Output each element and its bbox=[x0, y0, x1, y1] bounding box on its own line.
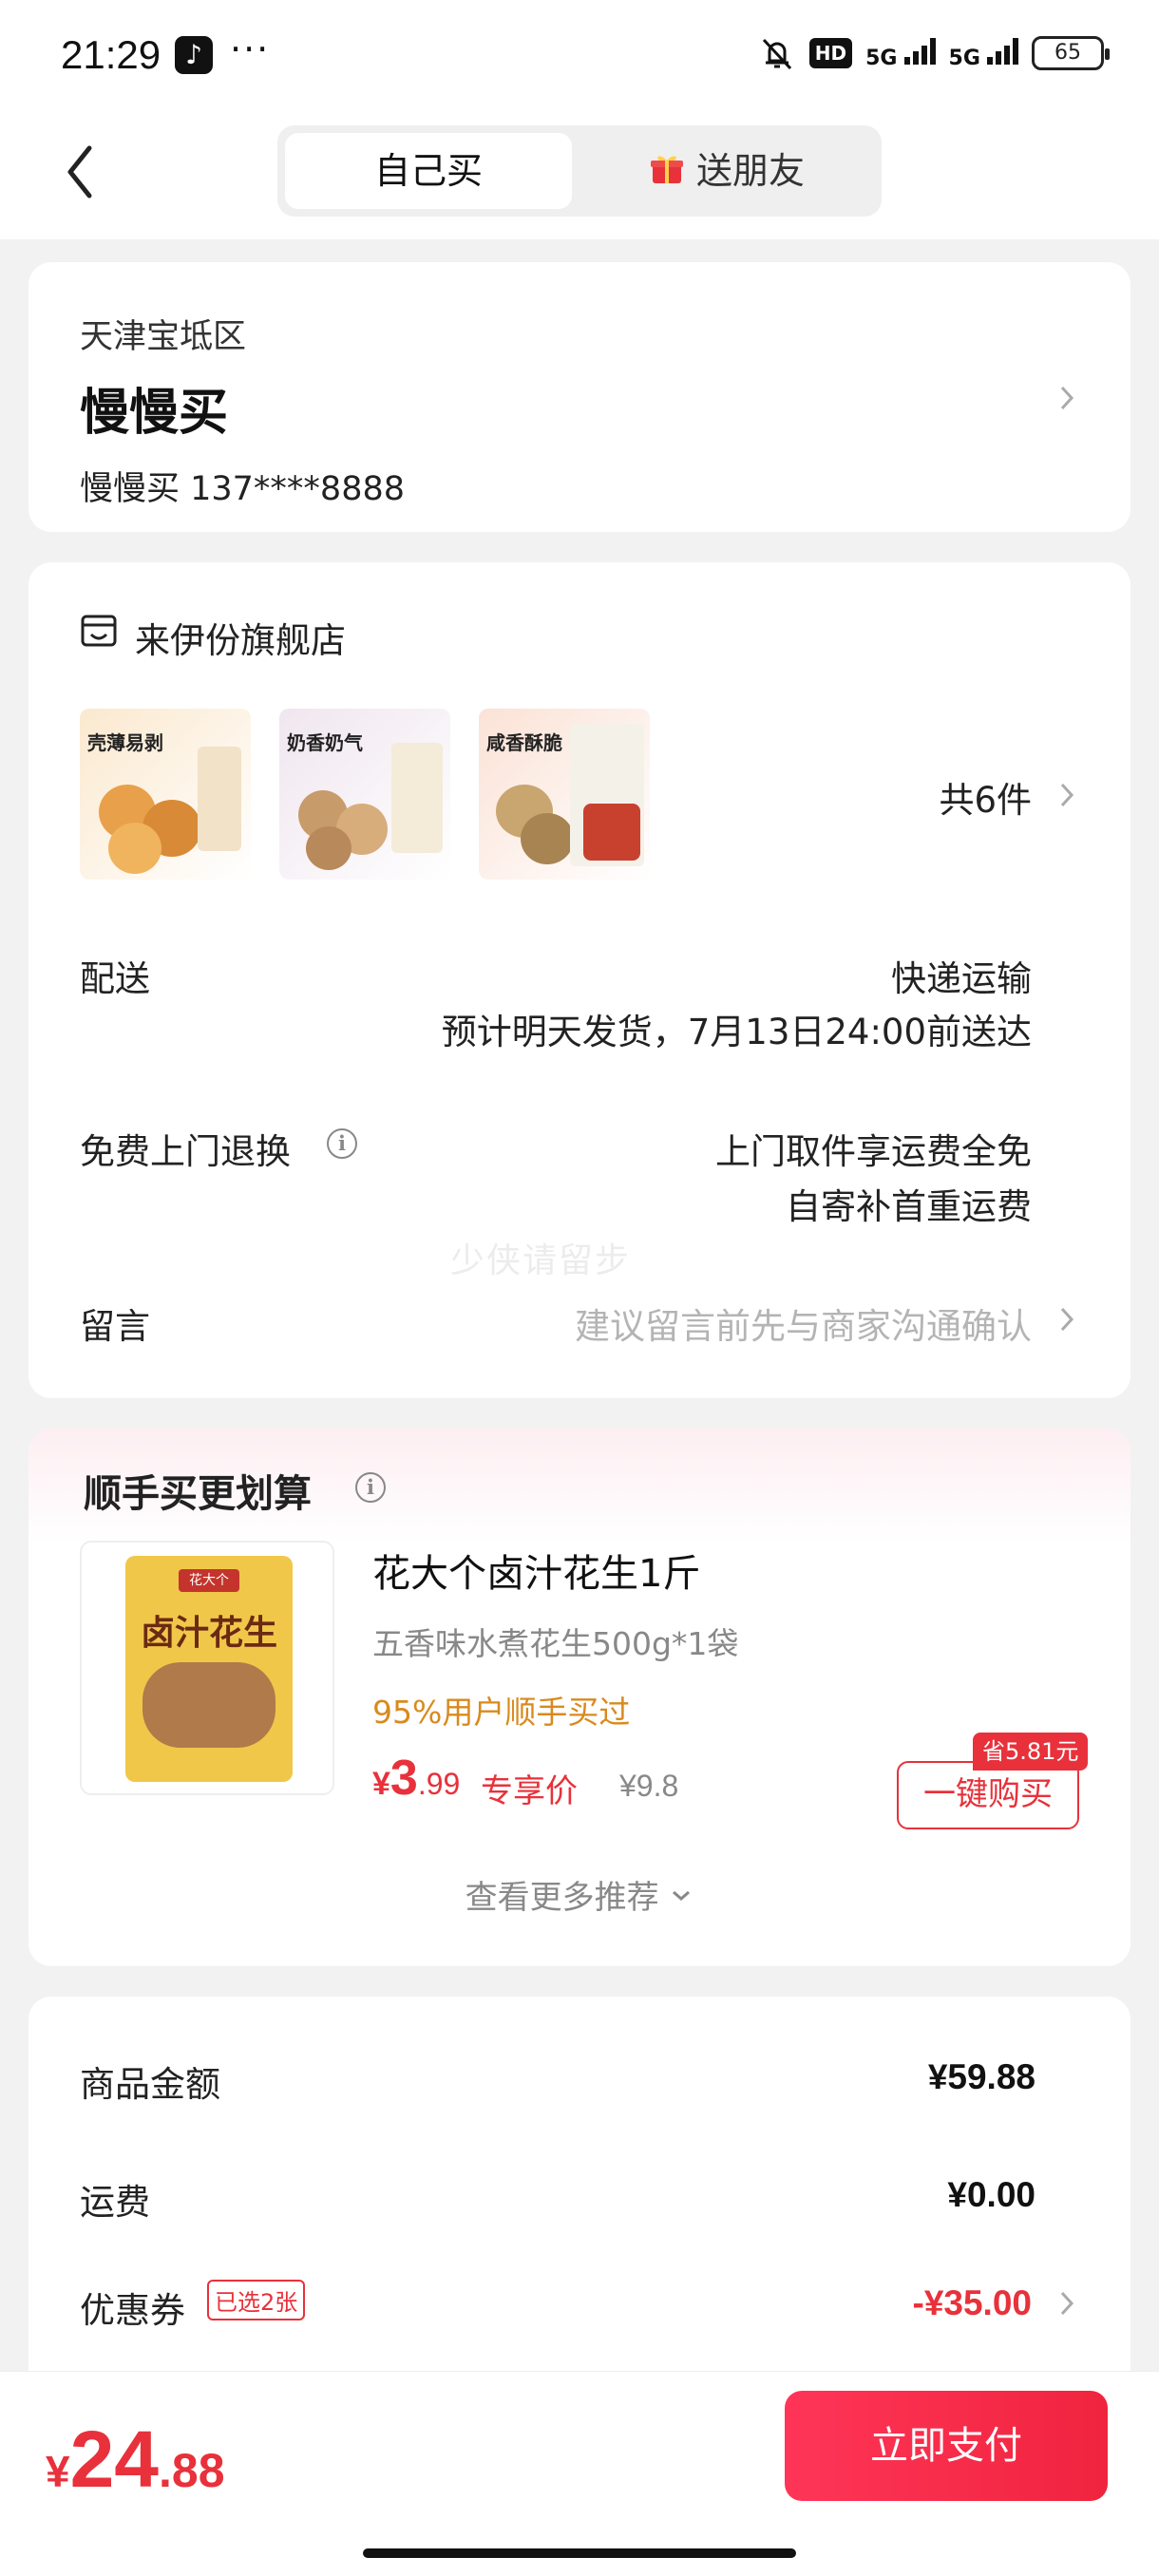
signal-bars-icon bbox=[903, 36, 936, 65]
tab-self-buy[interactable]: 自己买 bbox=[285, 133, 572, 209]
chevron-right-icon bbox=[1060, 783, 1074, 807]
peanut-package: 花大个 卤汁花生 bbox=[125, 1556, 293, 1782]
delivery-label: 配送 bbox=[80, 958, 150, 999]
recommend-title: 顺手买更划算 bbox=[84, 1472, 312, 1516]
battery-icon: 65 bbox=[1032, 36, 1110, 70]
shipping-label: 运费 bbox=[80, 2182, 150, 2223]
original-price: ¥9.8 bbox=[619, 1769, 679, 1803]
recommend-card: 顺手买更划算 i 花大个 卤汁花生 花大个卤汁花生1斤 五香味水煮花生500g*… bbox=[28, 1429, 1130, 1966]
address-region: 天津宝坻区 bbox=[80, 318, 247, 356]
recommend-description: 五香味水煮花生500g*1袋 bbox=[372, 1625, 739, 1662]
goods-amount-value: ¥59.88 bbox=[927, 2057, 1036, 2096]
recipient-name: 慢慢买 bbox=[80, 385, 229, 442]
message-input[interactable]: 建议留言前先与商家沟通确认 bbox=[575, 1297, 1032, 1349]
delivery-eta: 预计明天发货，7月13日24:00前送达 bbox=[441, 1012, 1032, 1052]
order-card: 来伊份旗舰店 壳薄易剥 奶香奶气 咸香酥脆 共6件 配送 快递运输 预计明天发货… bbox=[28, 562, 1130, 1398]
message-label: 留言 bbox=[80, 1306, 150, 1347]
coupon-label: 优惠券 bbox=[80, 2290, 185, 2331]
tiktok-icon: ♪ bbox=[175, 36, 213, 74]
item-count[interactable]: 共6件 bbox=[939, 771, 1032, 823]
address-card[interactable]: 天津宝坻区 慢慢买 慢慢买 137****8888 bbox=[28, 262, 1130, 532]
recommend-product-name[interactable]: 花大个卤汁花生1斤 bbox=[372, 1543, 700, 1598]
coupon-selected-badge: 已选2张 bbox=[207, 2280, 306, 2320]
status-icons: HD 5G 5G 65 bbox=[758, 34, 1110, 72]
product-thumbnail[interactable]: 咸香酥脆 bbox=[479, 709, 650, 880]
status-time: 21:29 bbox=[61, 32, 162, 77]
hd-badge: HD bbox=[808, 38, 853, 68]
total-price: ¥24.88 bbox=[46, 2415, 225, 2504]
chevron-right-icon bbox=[1060, 386, 1074, 410]
watermark: 少侠请留步 bbox=[450, 1241, 632, 1280]
signal-2: 5G bbox=[949, 36, 1018, 70]
free-return-label: 免费上门退换 bbox=[80, 1131, 291, 1172]
shipping-value: ¥0.00 bbox=[947, 2175, 1036, 2214]
chevron-right-icon bbox=[1060, 1307, 1074, 1332]
gift-icon bbox=[650, 156, 683, 183]
status-bar: 21:29 ♪ ··· HD 5G 5G 65 bbox=[0, 0, 1159, 112]
product-thumbnail[interactable]: 壳薄易剥 bbox=[80, 709, 251, 880]
recommend-buyers-rate: 95%用户顺手买过 bbox=[372, 1694, 631, 1731]
recommend-product-image[interactable]: 花大个 卤汁花生 bbox=[80, 1541, 334, 1795]
info-icon[interactable]: i bbox=[355, 1472, 386, 1503]
tab-gift-friend[interactable]: 送朋友 bbox=[580, 133, 874, 209]
checkout-bar: ¥24.88 立即支付 bbox=[0, 2371, 1159, 2576]
chevron-down-icon bbox=[673, 1890, 691, 1901]
signal-1: 5G bbox=[865, 36, 936, 70]
store-name[interactable]: 来伊份旗舰店 bbox=[135, 612, 346, 663]
top-header: 自己买 送朋友 bbox=[0, 112, 1159, 239]
more-notifications-icon: ··· bbox=[230, 28, 271, 70]
purchase-mode-switch: 自己买 送朋友 bbox=[277, 125, 882, 217]
bell-muted-icon bbox=[762, 38, 791, 70]
price-summary-card: 商品金额 ¥59.88 运费 ¥0.00 优惠券 已选2张 -¥35.00 bbox=[28, 1997, 1130, 2396]
signal-bars-icon bbox=[987, 36, 1018, 65]
recommend-price: ¥3.99 bbox=[372, 1751, 461, 1806]
recipient-contact: 慢慢买 137****8888 bbox=[80, 470, 406, 508]
delivery-method: 快递运输 bbox=[891, 958, 1032, 999]
back-arrow-icon[interactable] bbox=[57, 139, 104, 205]
chevron-right-icon bbox=[1060, 2291, 1074, 2316]
exclusive-price-label: 专享价 bbox=[481, 1772, 578, 1810]
return-note-2: 自寄补首重运费 bbox=[786, 1186, 1032, 1227]
product-thumbnail[interactable]: 奶香奶气 bbox=[279, 709, 450, 880]
coupon-discount-value[interactable]: -¥35.00 bbox=[913, 2283, 1033, 2323]
return-note-1: 上门取件享运费全免 bbox=[715, 1131, 1032, 1172]
home-indicator[interactable] bbox=[363, 2548, 796, 2558]
goods-amount-label: 商品金额 bbox=[80, 2064, 220, 2105]
one-click-buy-button[interactable]: 一键购买 bbox=[897, 1761, 1079, 1829]
see-more-recommendations[interactable]: 查看更多推荐 bbox=[28, 1871, 1130, 1918]
info-icon[interactable]: i bbox=[327, 1128, 357, 1159]
store-icon bbox=[81, 615, 117, 647]
pay-now-button[interactable]: 立即支付 bbox=[785, 2391, 1108, 2501]
save-badge: 省5.81元 bbox=[973, 1733, 1089, 1771]
